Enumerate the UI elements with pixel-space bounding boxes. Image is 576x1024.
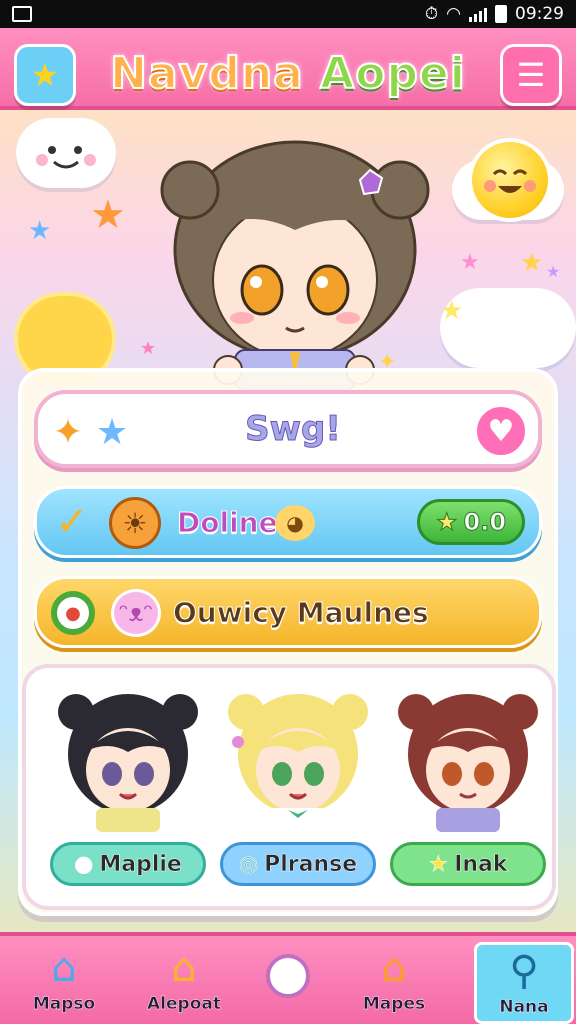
favorites-button[interactable]: ★	[14, 44, 76, 106]
character-card[interactable]: ● Maplie	[46, 682, 210, 902]
character-name: Maplie	[99, 851, 182, 877]
nav-label: Mapso	[32, 994, 96, 1014]
star-icon: ★	[546, 262, 561, 281]
orb-icon: ◎	[238, 851, 259, 877]
star-icon: ★	[460, 250, 480, 275]
refresh-icon: ●	[51, 591, 95, 635]
character-card[interactable]: ★ Inak	[386, 682, 550, 902]
nav-item-alepoat[interactable]: ⌂ Alepoat	[134, 942, 234, 1024]
alarm-icon: ⏱	[424, 4, 439, 24]
score-pill: ★ 0.0	[417, 499, 525, 545]
title-part-1: Navdna	[109, 47, 304, 100]
house-icon: ⌂	[381, 945, 407, 991]
character-name-pill: ★ Inak	[390, 842, 546, 886]
character-avatar	[58, 694, 198, 832]
sun-mascot-icon: ☀	[109, 497, 161, 549]
say-button[interactable]: ✦ ★ Swg! ♥	[34, 390, 542, 468]
cat-face-icon: ◕	[275, 505, 315, 541]
star-icon: ★	[520, 248, 544, 278]
clock: 09:29	[515, 4, 564, 24]
search-icon: ⚲	[509, 948, 539, 994]
home-icon: ⌂	[51, 945, 77, 991]
house-icon: ⌂	[171, 945, 197, 991]
heart-icon: ♥	[474, 404, 528, 458]
circle-button[interactable]	[266, 954, 310, 998]
say-label: Swg!	[245, 409, 342, 450]
star-icon: ★	[95, 411, 129, 453]
star-icon: ★	[28, 216, 52, 246]
nav-item-nana[interactable]: ⚲ Nana	[474, 942, 574, 1024]
star-icon: ★	[435, 508, 458, 537]
daily-row[interactable]: ● ᵔᴥᵔ Ouwicy Maulnes	[34, 576, 542, 648]
character-name-pill: ◎ Plranse	[220, 842, 376, 886]
nav-label: Mapes	[362, 994, 426, 1014]
star-icon: ★	[440, 296, 464, 326]
nav-label: Alepoat	[147, 994, 221, 1014]
sun-face-icon	[472, 142, 548, 218]
character-name: Plranse	[264, 851, 358, 877]
status-bar: ⏱ ◠ 09:29	[0, 0, 576, 28]
smiling-cloud	[16, 118, 116, 188]
nav-item-mapso[interactable]: ⌂ Mapso	[14, 942, 114, 1024]
notification-icon	[12, 6, 32, 22]
online-label: Doline	[177, 505, 279, 539]
main-character	[160, 140, 430, 390]
cloud-face-icon	[36, 146, 96, 169]
star-icon: ★	[90, 192, 126, 238]
score-value: 0.0	[463, 508, 507, 537]
character-avatar	[228, 694, 368, 832]
signal-icon	[469, 6, 487, 22]
battery-icon	[495, 5, 507, 23]
star-icon: ★	[30, 56, 60, 94]
star-icon: ★	[428, 851, 449, 877]
menu-icon: ☰	[516, 56, 546, 94]
online-row[interactable]: ✓ ☀ Doline ◕ ★ 0.0	[34, 486, 542, 558]
character-name-pill: ● Maplie	[50, 842, 206, 886]
character-card[interactable]: ◎ Plranse	[216, 682, 380, 902]
title-part-2: Aopei	[319, 47, 466, 100]
daily-label: Ouwicy Maulnes	[173, 595, 430, 629]
status-icons: ⏱ ◠ 09:29	[425, 4, 564, 24]
menu-button[interactable]: ☰	[500, 44, 562, 106]
sparkle-star-icon: ✦	[52, 411, 84, 453]
checkmark-icon: ✓	[55, 499, 89, 545]
bunny-mascot-icon: ᵔᴥᵔ	[111, 589, 161, 637]
character-avatar	[398, 694, 538, 832]
game-title: Navdna Aopei	[90, 47, 486, 100]
nav-item-mapes[interactable]: ⌂ Mapes	[344, 942, 444, 1024]
orb-icon: ●	[74, 851, 94, 877]
header: ★ Navdna Aopei ☰	[0, 28, 576, 110]
character-name: Inak	[454, 851, 508, 877]
character-select: ● Maplie ◎ Plranse ★ Inak	[22, 664, 556, 910]
nav-label: Nana	[499, 997, 549, 1017]
wifi-icon: ◠	[446, 4, 461, 24]
bottom-nav: ⌂ Mapso ⌂ Alepoat ⌂ Mapes ⚲ Nana	[0, 932, 576, 1024]
